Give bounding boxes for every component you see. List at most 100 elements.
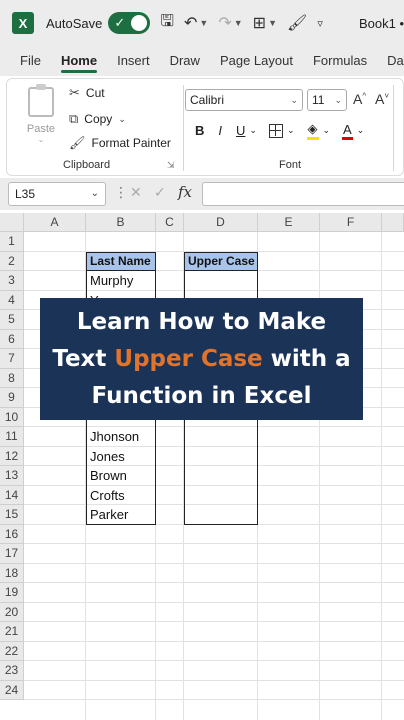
column-header-e[interactable]: E	[258, 213, 320, 232]
borders-dropdown-icon[interactable]: ⌄	[287, 125, 295, 136]
cell-b11[interactable]: Jhonson	[87, 427, 139, 447]
row-header-17[interactable]: 17	[0, 544, 24, 564]
row-header-9[interactable]: 9	[0, 388, 24, 408]
paste-label: Paste	[26, 123, 56, 135]
select-all-corner[interactable]	[0, 213, 24, 232]
row-header-6[interactable]: 6	[0, 329, 24, 349]
column-header-c[interactable]: C	[156, 213, 184, 232]
cell-b14[interactable]: Crofts	[87, 486, 125, 506]
row-header-12[interactable]: 12	[0, 446, 24, 466]
autosave-toggle[interactable]: ✓	[108, 12, 151, 34]
column-header-f[interactable]: F	[320, 213, 382, 232]
fill-color-icon[interactable]: ◈	[306, 121, 319, 140]
copy-button[interactable]: ⧉ Copy ⌄	[69, 111, 126, 127]
borders-quick-dropdown-icon[interactable]: ▼	[268, 18, 277, 28]
copy-dropdown-icon[interactable]: ⌄	[118, 114, 126, 125]
cell-b13[interactable]: Brown	[87, 466, 127, 486]
tab-page-layout[interactable]: Page Layout	[210, 46, 303, 76]
row-header-19[interactable]: 19	[0, 583, 24, 603]
cell-b12[interactable]: Jones	[87, 447, 125, 467]
borders-quick-icon[interactable]: ⊞	[253, 13, 266, 33]
underline-button[interactable]: U	[236, 123, 245, 138]
clipboard-launcher-icon[interactable]: ⇲	[167, 160, 175, 171]
cell-d2-header[interactable]: Upper Case	[184, 251, 258, 271]
bold-button[interactable]: B	[195, 123, 204, 138]
redo-dropdown-icon[interactable]: ▼	[234, 18, 243, 28]
formula-input[interactable]	[202, 182, 404, 206]
confirm-icon[interactable]: ✓	[154, 184, 166, 201]
copy-label: Copy	[84, 112, 113, 126]
font-size-select[interactable]: 11 ⌄	[307, 89, 347, 111]
clipboard-icon	[28, 84, 54, 117]
underline-dropdown-icon[interactable]: ⌄	[249, 125, 257, 136]
spreadsheet-grid[interactable]: A B C D E F 1 2 3 4 5 6 7 8 9 10 11 12 13 14 15 16 17 18 19 20 21 2…	[0, 213, 404, 720]
format-painter-button[interactable]: 🖌 Format Painter	[69, 135, 171, 151]
font-color-button[interactable]: A	[342, 122, 353, 140]
row-header-2[interactable]: 2	[0, 251, 24, 271]
row-header-23[interactable]: 23	[0, 661, 24, 681]
row-header-13[interactable]: 13	[0, 466, 24, 486]
tab-draw[interactable]: Draw	[160, 46, 210, 76]
row-header-15[interactable]: 15	[0, 505, 24, 525]
column-header-partial[interactable]	[382, 213, 404, 232]
title-banner: Learn How to Make Text Upper Case with a…	[40, 298, 363, 420]
gridline	[24, 582, 404, 583]
column-header-d[interactable]: D	[184, 213, 258, 232]
font-group: Calibri ⌄ 11 ⌄ A^ A˅ B I U ⌄ ⌄ ◈ ⌄ A ⌄ F…	[185, 79, 393, 177]
tab-insert[interactable]: Insert	[107, 46, 160, 76]
insert-function-button[interactable]: fx	[178, 183, 192, 201]
more-options-icon[interactable]: ⋮	[114, 184, 128, 201]
tab-home[interactable]: Home	[51, 46, 107, 76]
decrease-font-size-icon[interactable]: A˅	[375, 91, 389, 107]
italic-button[interactable]: I	[218, 123, 222, 138]
gridline	[24, 699, 404, 700]
font-name-select[interactable]: Calibri ⌄	[185, 89, 303, 111]
row-header-11[interactable]: 11	[0, 427, 24, 447]
row-header-7[interactable]: 7	[0, 349, 24, 369]
row-header-21[interactable]: 21	[0, 622, 24, 642]
gridline	[24, 640, 404, 642]
row-header-14[interactable]: 14	[0, 485, 24, 505]
increase-font-size-icon[interactable]: A^	[353, 91, 366, 107]
row-header-10[interactable]: 10	[0, 407, 24, 427]
tab-formulas[interactable]: Formulas	[303, 46, 377, 76]
save-icon[interactable]: 🖫	[160, 10, 174, 37]
format-painter-label: Format Painter	[91, 136, 171, 150]
customize-toolbar-icon[interactable]: ▿	[317, 17, 323, 30]
gridline	[24, 621, 404, 622]
banner-line-2-post: with a	[262, 345, 351, 372]
paste-dropdown-icon[interactable]: ⌄	[38, 135, 45, 144]
row-header-16[interactable]: 16	[0, 524, 24, 544]
cut-button[interactable]: ✂ Cut	[69, 85, 105, 101]
tab-file[interactable]: File	[10, 46, 51, 76]
undo-icon[interactable]: ↶	[184, 13, 197, 33]
fill-color-dropdown-icon[interactable]: ⌄	[323, 125, 331, 136]
row-header-24[interactable]: 24	[0, 680, 24, 700]
chevron-down-icon: ⌄	[90, 188, 99, 199]
font-color-dropdown-icon[interactable]: ⌄	[357, 125, 365, 136]
undo-dropdown-icon[interactable]: ▼	[199, 18, 208, 28]
redo-icon[interactable]: ↷	[218, 13, 231, 33]
row-header-1[interactable]: 1	[0, 232, 24, 252]
cell-b15[interactable]: Parker	[87, 505, 128, 525]
borders-icon[interactable]	[268, 123, 283, 138]
paste-button[interactable]: Paste ⌄	[21, 84, 61, 147]
cancel-icon[interactable]: ✕	[130, 184, 142, 201]
column-header-a[interactable]: A	[24, 213, 86, 232]
cell-b2-header[interactable]: Last Name	[86, 251, 156, 271]
ribbon-divider	[183, 85, 184, 171]
banner-line-2: Text Upper Case with a	[52, 341, 350, 378]
cell-b3[interactable]: Murphy	[87, 271, 133, 291]
row-header-4[interactable]: 4	[0, 290, 24, 310]
row-header-8[interactable]: 8	[0, 368, 24, 388]
excel-logo-icon: X	[12, 12, 34, 34]
format-painter-quick-icon[interactable]: 🖌	[287, 13, 307, 33]
tab-data[interactable]: Dat	[377, 46, 404, 76]
column-header-b[interactable]: B	[86, 213, 156, 232]
row-header-18[interactable]: 18	[0, 563, 24, 583]
row-header-20[interactable]: 20	[0, 602, 24, 622]
row-header-22[interactable]: 22	[0, 641, 24, 661]
name-box[interactable]: L35 ⌄	[8, 182, 106, 206]
row-header-3[interactable]: 3	[0, 271, 24, 291]
row-header-5[interactable]: 5	[0, 310, 24, 330]
